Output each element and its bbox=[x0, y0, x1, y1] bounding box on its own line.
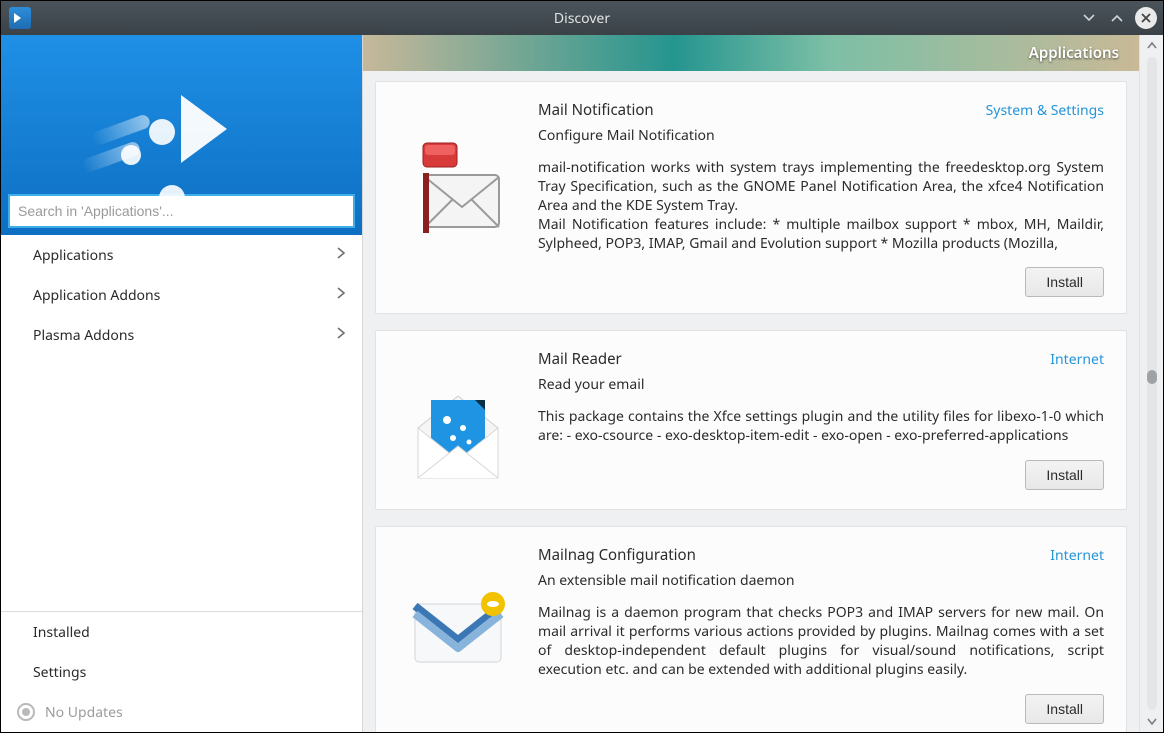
minimize-button[interactable] bbox=[1079, 8, 1099, 28]
nav-updates[interactable]: No Updates bbox=[1, 692, 362, 732]
app-subtitle: Configure Mail Notification bbox=[538, 126, 1104, 145]
main: Applications bbox=[363, 35, 1163, 732]
window: Discover bbox=[0, 0, 1164, 733]
app-subtitle: Read your email bbox=[538, 375, 1104, 394]
app-category-link[interactable]: System & Settings bbox=[986, 101, 1104, 120]
nav-label: Applications bbox=[33, 246, 113, 265]
nav-settings[interactable]: Settings bbox=[1, 652, 362, 692]
maximize-button[interactable] bbox=[1107, 8, 1127, 28]
app-category-link[interactable]: Internet bbox=[1050, 546, 1104, 565]
banner-title: Applications bbox=[1029, 43, 1119, 63]
app-card[interactable]: Mail Reader Internet Read your email Thi… bbox=[375, 330, 1127, 510]
content: Applications Application Addons Plasma A… bbox=[1, 35, 1163, 732]
nav-label: Settings bbox=[33, 663, 86, 682]
close-icon bbox=[1140, 12, 1152, 24]
sidebar: Applications Application Addons Plasma A… bbox=[1, 35, 363, 732]
app-category-link[interactable]: Internet bbox=[1050, 350, 1104, 369]
scroll-down-button[interactable] bbox=[1140, 712, 1163, 732]
chevron-down-icon bbox=[1082, 11, 1096, 25]
scroll-up-button[interactable] bbox=[1140, 35, 1163, 55]
window-title: Discover bbox=[1, 9, 1163, 28]
app-title: Mailnag Configuration bbox=[538, 545, 696, 565]
nav-plasma-addons[interactable]: Plasma Addons bbox=[1, 315, 362, 355]
app-description: mail-notification works with system tray… bbox=[538, 159, 1104, 253]
sidebar-bottom: Installed Settings No Updates bbox=[1, 611, 362, 732]
chevron-right-icon bbox=[336, 286, 346, 305]
chevron-up-icon bbox=[1110, 11, 1124, 25]
app-title: Mail Reader bbox=[538, 349, 622, 369]
nav-application-addons[interactable]: Application Addons bbox=[1, 275, 362, 315]
app-description: Mailnag is a daemon program that checks … bbox=[538, 604, 1104, 680]
nav-label: Installed bbox=[33, 623, 90, 642]
mail-reader-icon bbox=[398, 373, 518, 493]
category-banner: Applications bbox=[363, 35, 1139, 71]
mailnag-icon bbox=[398, 569, 518, 689]
scrollbar-track[interactable] bbox=[1147, 57, 1157, 710]
sidebar-nav: Applications Application Addons Plasma A… bbox=[1, 235, 362, 355]
install-button[interactable]: Install bbox=[1025, 460, 1104, 490]
titlebar: Discover bbox=[1, 1, 1163, 35]
nav-label: Application Addons bbox=[33, 286, 160, 305]
scrollbar[interactable] bbox=[1139, 35, 1163, 732]
app-list: Mail Notification System & Settings Conf… bbox=[363, 71, 1139, 732]
close-button[interactable] bbox=[1135, 7, 1157, 29]
chevron-right-icon bbox=[336, 326, 346, 345]
install-button[interactable]: Install bbox=[1025, 694, 1104, 724]
app-card[interactable]: Mailnag Configuration Internet An extens… bbox=[375, 526, 1127, 732]
app-title: Mail Notification bbox=[538, 100, 654, 120]
nav-installed[interactable]: Installed bbox=[1, 612, 362, 652]
app-card[interactable]: Mail Notification System & Settings Conf… bbox=[375, 81, 1127, 314]
nav-label: No Updates bbox=[45, 703, 123, 722]
main-scroll[interactable]: Applications bbox=[363, 35, 1139, 732]
mail-notification-icon bbox=[398, 124, 518, 244]
install-button[interactable]: Install bbox=[1025, 267, 1104, 297]
nav-label: Plasma Addons bbox=[33, 326, 134, 345]
sidebar-hero bbox=[1, 35, 362, 235]
nav-applications[interactable]: Applications bbox=[1, 235, 362, 275]
scrollbar-thumb[interactable] bbox=[1147, 370, 1157, 384]
app-subtitle: An extensible mail notification daemon bbox=[538, 571, 1104, 590]
app-description: This package contains the Xfce settings … bbox=[538, 408, 1104, 446]
window-controls bbox=[1079, 7, 1157, 29]
chevron-right-icon bbox=[336, 246, 346, 265]
updates-icon bbox=[17, 703, 35, 721]
